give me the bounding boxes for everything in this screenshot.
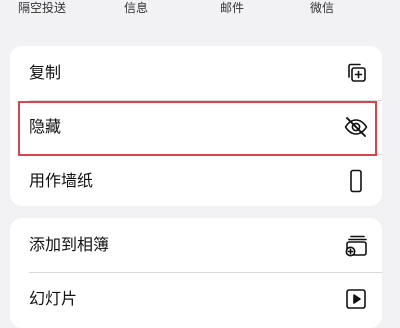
share-target-airdrop[interactable]: 隔空投送 <box>18 0 66 16</box>
add-to-album-action-label: 添加到相簿 <box>29 235 110 254</box>
hide-action-label: 隐藏 <box>29 117 62 136</box>
wallpaper-action-row[interactable]: 用作墙纸 <box>10 154 382 206</box>
copy-action-row[interactable]: 复制 <box>10 46 382 100</box>
copy-icon <box>348 63 366 82</box>
play-icon <box>346 289 366 309</box>
add-to-album-icon <box>345 235 367 257</box>
eye-slash-icon <box>344 117 368 137</box>
add-to-album-action-row[interactable]: 添加到相簿 <box>10 218 382 272</box>
phone-icon <box>350 169 362 193</box>
wallpaper-action-label: 用作墙纸 <box>29 171 94 190</box>
share-target-wechat[interactable]: 微信 <box>310 0 334 16</box>
actions-card-primary: 复制 隐藏 用作墙纸 <box>10 46 382 206</box>
hide-action-row[interactable]: 隐藏 <box>10 100 382 154</box>
share-targets-row: 隔空投送 信息 邮件 微信 <box>0 0 400 20</box>
share-target-mail[interactable]: 邮件 <box>220 0 244 16</box>
share-target-messages[interactable]: 信息 <box>124 0 148 16</box>
copy-action-label: 复制 <box>29 63 62 82</box>
actions-card-secondary: 添加到相簿 幻灯片 <box>10 218 382 328</box>
slideshow-action-row[interactable]: 幻灯片 <box>10 272 382 326</box>
slideshow-action-label: 幻灯片 <box>29 289 78 308</box>
